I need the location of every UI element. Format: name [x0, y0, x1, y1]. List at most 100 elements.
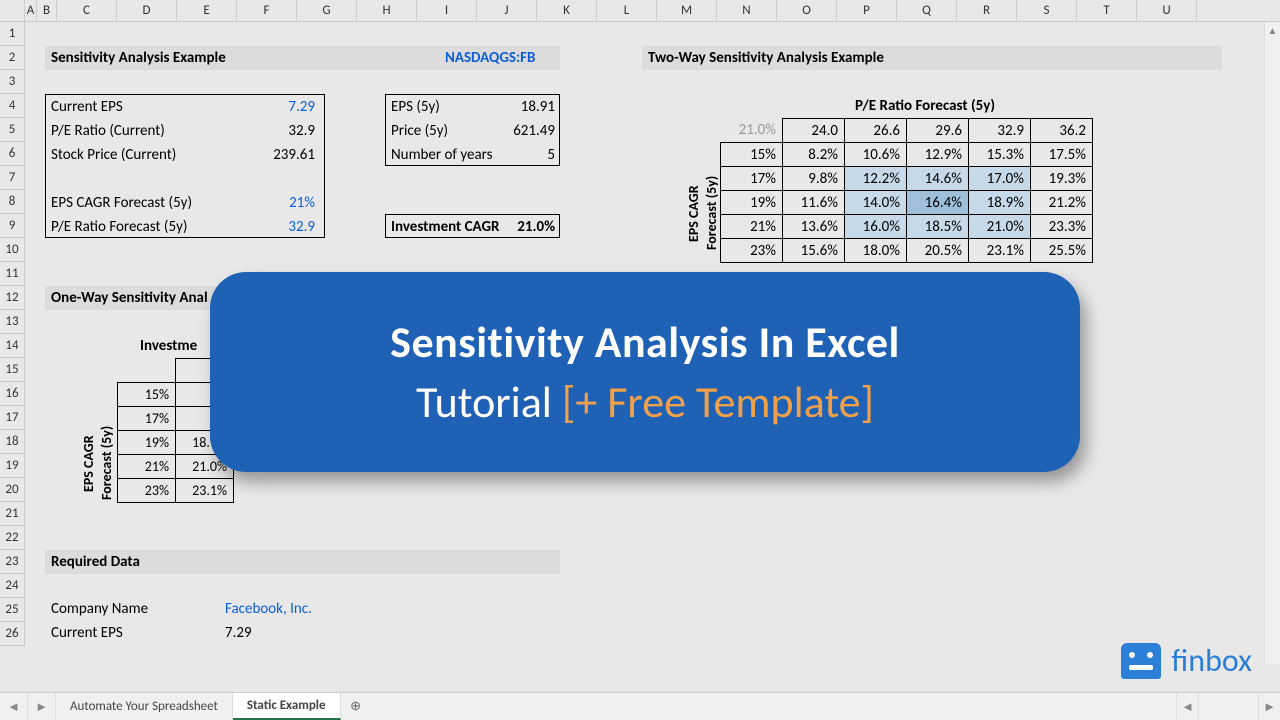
- row-header-7[interactable]: 7: [0, 166, 25, 190]
- row-header-21[interactable]: 21: [0, 502, 25, 526]
- sheet-tab-static-example[interactable]: Static Example: [233, 693, 341, 720]
- row-header-26[interactable]: 26: [0, 622, 25, 646]
- row-header-8[interactable]: 8: [0, 190, 25, 214]
- row-header-25[interactable]: 25: [0, 598, 25, 622]
- vertical-scrollbar[interactable]: ▲: [1264, 22, 1280, 664]
- required-value: 7.29: [225, 624, 252, 642]
- tab-nav-next-icon[interactable]: ►: [28, 693, 56, 720]
- oneway-title: One-Way Sensitivity Anal: [51, 289, 208, 307]
- row-header-12[interactable]: 12: [0, 286, 25, 310]
- oneway-vlabel-2: Forecast (5y): [98, 426, 115, 500]
- row-header-10[interactable]: 10: [0, 238, 25, 262]
- computed-label: Number of years: [391, 146, 492, 164]
- input-value[interactable]: 32.9: [245, 218, 315, 236]
- input-value[interactable]: 239.61: [245, 146, 315, 164]
- sheet-tab-automate[interactable]: Automate Your Spreadsheet: [56, 693, 233, 720]
- computed-label: Price (5y): [391, 122, 448, 140]
- row-header-19[interactable]: 19: [0, 454, 25, 478]
- column-header-U[interactable]: U: [1137, 0, 1197, 21]
- oneway-vlabel-1: EPS CAGR: [80, 435, 97, 492]
- column-header-I[interactable]: I: [417, 0, 477, 21]
- row-header-5[interactable]: 5: [0, 118, 25, 142]
- section-title: Sensitivity Analysis Example: [51, 49, 226, 67]
- row-header-23[interactable]: 23: [0, 550, 25, 574]
- title-overlay-banner: Sensitivity Analysis In Excel Tutorial […: [210, 272, 1080, 472]
- finbox-logo: finbox: [1121, 641, 1252, 680]
- investment-cagr-box: [385, 214, 560, 238]
- row-header-14[interactable]: 14: [0, 334, 25, 358]
- row-header-13[interactable]: 13: [0, 310, 25, 334]
- column-header-R[interactable]: R: [957, 0, 1017, 21]
- column-header-A[interactable]: A: [25, 0, 37, 21]
- column-header-D[interactable]: D: [117, 0, 177, 21]
- hscroll-track[interactable]: [1198, 693, 1258, 720]
- add-sheet-button[interactable]: ⊕: [341, 693, 371, 720]
- sheet-tab-bar: ◄ ► Automate Your Spreadsheet Static Exa…: [0, 692, 1280, 720]
- row-header-4[interactable]: 4: [0, 94, 25, 118]
- column-header-P[interactable]: P: [837, 0, 897, 21]
- tab-nav-prev-icon[interactable]: ◄: [0, 693, 28, 720]
- row-header-22[interactable]: 22: [0, 526, 25, 550]
- column-header-J[interactable]: J: [477, 0, 537, 21]
- scroll-up-icon[interactable]: ▲: [1265, 22, 1280, 40]
- row-header-17[interactable]: 17: [0, 406, 25, 430]
- row-header-3[interactable]: 3: [0, 70, 25, 94]
- column-header-Q[interactable]: Q: [897, 0, 957, 21]
- column-header-E[interactable]: E: [177, 0, 237, 21]
- row-header-18[interactable]: 18: [0, 430, 25, 454]
- column-header-O[interactable]: O: [777, 0, 837, 21]
- row-header-1[interactable]: 1: [0, 22, 25, 46]
- input-value[interactable]: 7.29: [245, 98, 315, 116]
- input-value[interactable]: 21%: [245, 194, 315, 212]
- row-header-24[interactable]: 24: [0, 574, 25, 598]
- banner-line-1: Sensitivity Analysis In Excel: [390, 315, 900, 369]
- column-header-H[interactable]: H: [357, 0, 417, 21]
- column-header-F[interactable]: F: [237, 0, 297, 21]
- column-header-T[interactable]: T: [1077, 0, 1137, 21]
- hscroll-right-icon[interactable]: ►: [1258, 693, 1280, 720]
- column-header-S[interactable]: S: [1017, 0, 1077, 21]
- computed-label: EPS (5y): [391, 98, 440, 116]
- row-header-2[interactable]: 2: [0, 46, 25, 70]
- column-header-G[interactable]: G: [297, 0, 357, 21]
- twoway-vlabel-1: EPS CAGR: [685, 185, 702, 242]
- column-header-L[interactable]: L: [597, 0, 657, 21]
- oneway-column-header: Investme: [140, 337, 197, 355]
- twoway-vlabel-2: Forecast (5y): [703, 176, 720, 250]
- row-header-6[interactable]: 6: [0, 142, 25, 166]
- finbox-logo-text: finbox: [1171, 641, 1252, 680]
- row-header-9[interactable]: 9: [0, 214, 25, 238]
- computed-value: 18.91: [495, 98, 555, 116]
- input-label: EPS CAGR Forecast (5y): [51, 194, 192, 212]
- ticker-label: NASDAQGS:FB: [445, 49, 535, 67]
- twoway-top-header: P/E Ratio Forecast (5y): [855, 97, 995, 115]
- required-label: Current EPS: [51, 624, 123, 642]
- finbox-robot-icon: [1121, 643, 1161, 679]
- row-headers: 1234567891011121314151617181920212223242…: [0, 22, 25, 692]
- input-value[interactable]: 32.9: [245, 122, 315, 140]
- required-label: Company Name: [51, 600, 148, 618]
- twoway-table: 21.0%24.026.629.632.936.215%8.2%10.6%12.…: [720, 118, 1093, 263]
- required-title: Required Data: [51, 553, 140, 571]
- column-headers: ABCDEFGHIJKLMNOPQRSTU: [0, 0, 1280, 22]
- hscroll-left-icon[interactable]: ◄: [1176, 693, 1198, 720]
- row-header-11[interactable]: 11: [0, 262, 25, 286]
- computed-value: 621.49: [495, 122, 555, 140]
- row-header-15[interactable]: 15: [0, 358, 25, 382]
- input-label: P/E Ratio Forecast (5y): [51, 218, 187, 236]
- required-value: Facebook, Inc.: [225, 600, 312, 618]
- input-label: Stock Price (Current): [51, 146, 176, 164]
- column-header-B[interactable]: B: [37, 0, 57, 21]
- row-header-20[interactable]: 20: [0, 478, 25, 502]
- banner-line-2: Tutorial [+ Free Template]: [416, 375, 874, 429]
- twoway-title: Two-Way Sensitivity Analysis Example: [648, 49, 884, 67]
- computed-value: 5: [495, 146, 555, 164]
- column-header-N[interactable]: N: [717, 0, 777, 21]
- column-header-M[interactable]: M: [657, 0, 717, 21]
- select-all-corner[interactable]: [0, 0, 25, 21]
- input-label: Current EPS: [51, 98, 123, 116]
- input-label: P/E Ratio (Current): [51, 122, 165, 140]
- row-header-16[interactable]: 16: [0, 382, 25, 406]
- column-header-C[interactable]: C: [57, 0, 117, 21]
- column-header-K[interactable]: K: [537, 0, 597, 21]
